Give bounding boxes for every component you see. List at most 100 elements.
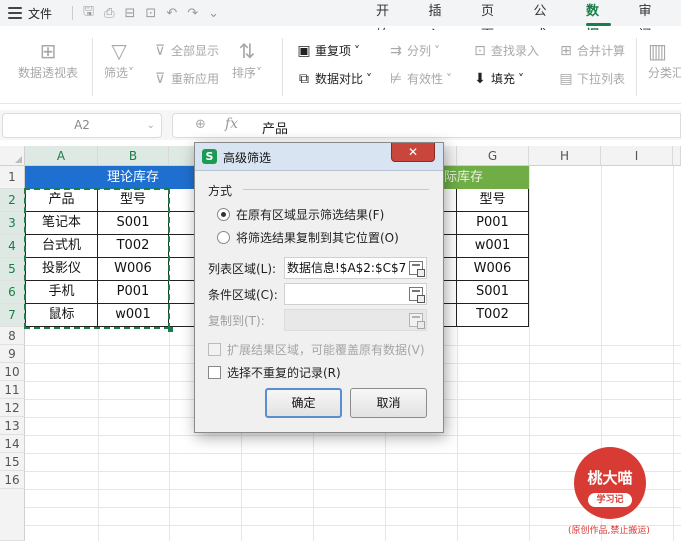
row-header-8[interactable]: 8	[0, 327, 25, 345]
fill-button[interactable]: ⬇ 填充 ˅	[472, 70, 524, 87]
radio-button-selected[interactable]	[217, 208, 230, 221]
subtotal-button[interactable]: ▥ 分类汇	[648, 38, 681, 81]
select-all-corner[interactable]	[0, 146, 25, 166]
name-box[interactable]: A2 ⌄	[2, 113, 162, 138]
tab-home[interactable]: 开始	[366, 0, 411, 43]
cell-g7[interactable]: T002	[457, 304, 529, 327]
filter-button[interactable]: ▽ 筛选˅	[104, 38, 134, 81]
cell-b7[interactable]: w001	[98, 304, 169, 327]
row-header-14[interactable]: 14	[0, 435, 25, 453]
range-picker-icon[interactable]	[409, 287, 425, 303]
row-header-7[interactable]: 7	[0, 304, 25, 327]
dropdown-icon[interactable]: ⌄	[208, 6, 219, 21]
watermark-sub: 学习记	[588, 493, 632, 507]
row-header-1[interactable]: 1	[0, 166, 25, 189]
cell-g2[interactable]: 型号	[457, 189, 529, 212]
radio-label: 在原有区域显示筛选结果(F)	[236, 208, 385, 222]
undo-icon[interactable]: ↶	[166, 6, 177, 21]
tab-formula[interactable]: 公式	[524, 0, 569, 43]
redo-icon[interactable]: ↷	[187, 6, 198, 21]
row-header-4[interactable]: 4	[0, 235, 25, 258]
formula-input[interactable]: ⊕ fx 产品	[172, 113, 681, 138]
checkbox[interactable]	[208, 366, 221, 379]
row-header-3[interactable]: 3	[0, 212, 25, 235]
row-header-12[interactable]: 12	[0, 399, 25, 417]
cell-b6[interactable]: P001	[98, 281, 169, 304]
row-header-2[interactable]: 2	[0, 189, 25, 212]
chevron-down-icon[interactable]: ⌄	[147, 114, 155, 137]
pivot-table-button[interactable]: ⊞ 数据透视表	[18, 38, 78, 81]
funnel-icon: ▽	[111, 39, 127, 63]
radio-copy-to-location[interactable]: 将筛选结果复制到其它位置(O)	[217, 229, 399, 246]
unique-records-checkbox-row[interactable]: 选择不重复的记录(R)	[208, 364, 341, 381]
radio-filter-in-place[interactable]: 在原有区域显示筛选结果(F)	[217, 206, 384, 223]
cell-a3[interactable]: 笔记本	[25, 212, 98, 235]
hamburger-icon[interactable]	[8, 7, 22, 19]
cell-a6[interactable]: 手机	[25, 281, 98, 304]
column-header-h[interactable]: H	[529, 146, 601, 166]
data-compare-button[interactable]: ⧉ 数据对比 ˅	[296, 70, 372, 87]
cell-g5[interactable]: W006	[457, 258, 529, 281]
formula-content: 产品	[262, 122, 289, 137]
row-header-16[interactable]: 16	[0, 471, 25, 489]
fill-handle[interactable]	[168, 327, 173, 332]
print-icon[interactable]: ⊟	[125, 6, 136, 21]
cancel-button[interactable]: 取消	[350, 388, 427, 418]
cell-b5[interactable]: W006	[98, 258, 169, 281]
split-column-button[interactable]: ⇉ 分列 ˅	[388, 42, 440, 59]
tab-review[interactable]: 审阅	[629, 0, 674, 43]
fx-icon[interactable]: fx	[225, 116, 238, 132]
cell-a2[interactable]: 产品	[25, 189, 98, 212]
cell-b4[interactable]: T002	[98, 235, 169, 258]
column-header-b[interactable]: B	[98, 146, 169, 166]
duplicates-icon: ▣	[297, 42, 311, 59]
column-header-a[interactable]: A	[25, 146, 98, 166]
tab-insert[interactable]: 插入	[419, 0, 464, 43]
file-menu[interactable]: 文件	[28, 5, 52, 22]
zoom-icon[interactable]: ⊕	[195, 117, 206, 132]
cell-b3[interactable]: S001	[98, 212, 169, 235]
cell-g3[interactable]: P001	[457, 212, 529, 235]
cell-a7[interactable]: 鼠标	[25, 304, 98, 327]
cell-a5[interactable]: 投影仪	[25, 258, 98, 281]
merge-calc-label: 合并计算	[577, 44, 626, 58]
save-icon[interactable]: 🖫	[83, 2, 94, 24]
cell-a4[interactable]: 台式机	[25, 235, 98, 258]
row-header-15[interactable]: 15	[0, 453, 25, 471]
print-preview-icon[interactable]: ⊡	[145, 6, 156, 21]
row-header-11[interactable]: 11	[0, 381, 25, 399]
row-header-5[interactable]: 5	[0, 258, 25, 281]
cell-b2[interactable]: 型号	[98, 189, 169, 212]
column-header-j[interactable]	[673, 146, 681, 166]
row-header-6[interactable]: 6	[0, 281, 25, 304]
row-header-13[interactable]: 13	[0, 417, 25, 435]
sort-button[interactable]: ⇅ 排序˅	[232, 38, 262, 81]
range-picker-icon[interactable]	[409, 261, 425, 277]
ok-button[interactable]: 确定	[265, 388, 342, 418]
show-all-button[interactable]: ⊽ 全部显示	[152, 42, 219, 59]
data-compare-label: 数据对比	[315, 72, 364, 86]
row-header-9[interactable]: 9	[0, 345, 25, 363]
export-icon[interactable]: ⎙	[104, 6, 114, 21]
validity-button[interactable]: ⊭ 有效性 ˅	[388, 70, 452, 87]
close-button[interactable]: ✕	[391, 143, 435, 162]
range-picker-icon	[409, 313, 425, 329]
tab-page[interactable]: 页面	[471, 0, 516, 43]
criteria-range-input[interactable]	[284, 283, 427, 305]
cell-g4[interactable]: w001	[457, 235, 529, 258]
chevron-down-icon: ˅	[434, 43, 441, 58]
column-header-i[interactable]: I	[601, 146, 673, 166]
row-header-10[interactable]: 10	[0, 363, 25, 381]
merge-calc-button[interactable]: ⊞ 合并计算	[558, 42, 625, 59]
reapply-button[interactable]: ⊽ 重新应用	[152, 70, 219, 87]
duplicates-button[interactable]: ▣ 重复项 ˅	[296, 42, 360, 59]
list-range-input[interactable]: 数据信息!$A$2:$C$7	[284, 257, 427, 279]
column-header-g[interactable]: G	[457, 146, 529, 166]
cell-g6[interactable]: S001	[457, 281, 529, 304]
radio-button[interactable]	[217, 231, 230, 244]
dialog-titlebar[interactable]: S 高级筛选 ✕	[195, 143, 443, 171]
find-entry-button[interactable]: ⊡ 查找录入	[472, 42, 539, 59]
chevron-down-icon: ˅	[354, 43, 361, 58]
dropdown-list-button[interactable]: ▤ 下拉列表	[558, 70, 625, 87]
tab-data[interactable]: 数据	[576, 0, 621, 43]
